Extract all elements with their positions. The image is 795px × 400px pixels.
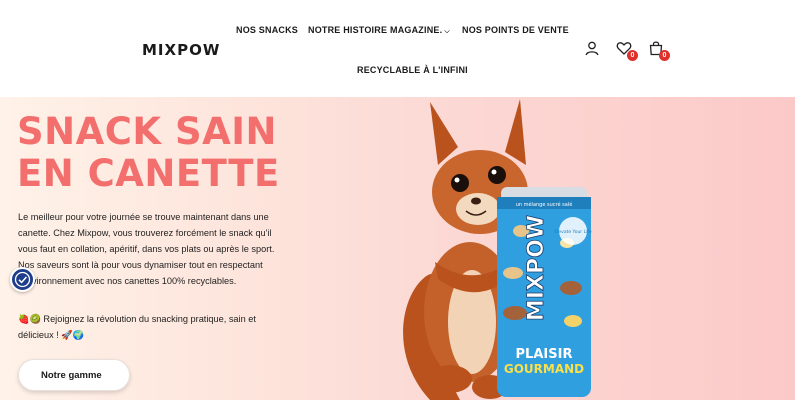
account-button[interactable] xyxy=(584,40,600,56)
hero-paragraph: Le meilleur pour votre journée se trouve… xyxy=(18,212,275,286)
mixpow-can-illustration: MIXPOW PLAISIR GOURMAND un mélange sucré… xyxy=(497,187,592,397)
user-icon xyxy=(585,41,599,56)
main-nav: NOS SNACKS NOTRE HISTOIRE MAGAZINE. ⌵ NOS… xyxy=(0,0,795,97)
notre-gamme-label: Notre gamme xyxy=(41,369,102,381)
hero-section: SNACK SAIN EN CANETTE Le meilleur pour v… xyxy=(0,97,795,400)
hero-paragraph-join: 🍓🥝 Rejoignez la révolution du snacking p… xyxy=(18,314,256,340)
can-brand-text: MIXPOW xyxy=(524,215,549,321)
header-icons: 0 0 xyxy=(584,40,670,61)
hero-title-line1: SNACK SAIN xyxy=(17,110,277,153)
can-label-line1: PLAISIR xyxy=(516,347,573,362)
can-top-text: un mélange sucré salé xyxy=(516,201,573,208)
site-header: MIXPOW NOS SNACKS NOTRE HISTOIRE MAGAZIN… xyxy=(0,0,795,97)
nav-item-points-de-vente[interactable]: NOS POINTS DE VENTE xyxy=(462,25,569,35)
chevron-down-icon: ⌵ xyxy=(444,28,450,35)
nav-item-magazine[interactable]: MAGAZINE. ⌵ xyxy=(390,25,450,36)
cart-count-badge: 0 xyxy=(659,50,670,61)
nav-item-nos-snacks[interactable]: NOS SNACKS xyxy=(236,25,298,35)
accessibility-button[interactable] xyxy=(10,267,35,292)
accessibility-icon xyxy=(14,271,31,288)
nav-item-notre-histoire[interactable]: NOTRE HISTOIRE xyxy=(308,25,387,35)
wishlist-button[interactable]: 0 xyxy=(616,40,638,61)
notre-gamme-button[interactable]: Notre gamme xyxy=(18,359,130,391)
hero-title-line2: EN CANETTE xyxy=(17,152,280,195)
hero-title: SNACK SAIN EN CANETTE xyxy=(17,111,280,195)
nav-item-recyclable[interactable]: RECYCLABLE À L'INFINI xyxy=(357,65,468,75)
can-badge-text: Elevate Your Life xyxy=(554,229,592,235)
wishlist-count-badge: 0 xyxy=(627,50,638,61)
nav-item-magazine-label: MAGAZINE. xyxy=(390,25,443,35)
cart-button[interactable]: 0 xyxy=(648,40,670,61)
can-label-line2: GOURMAND xyxy=(504,362,584,376)
